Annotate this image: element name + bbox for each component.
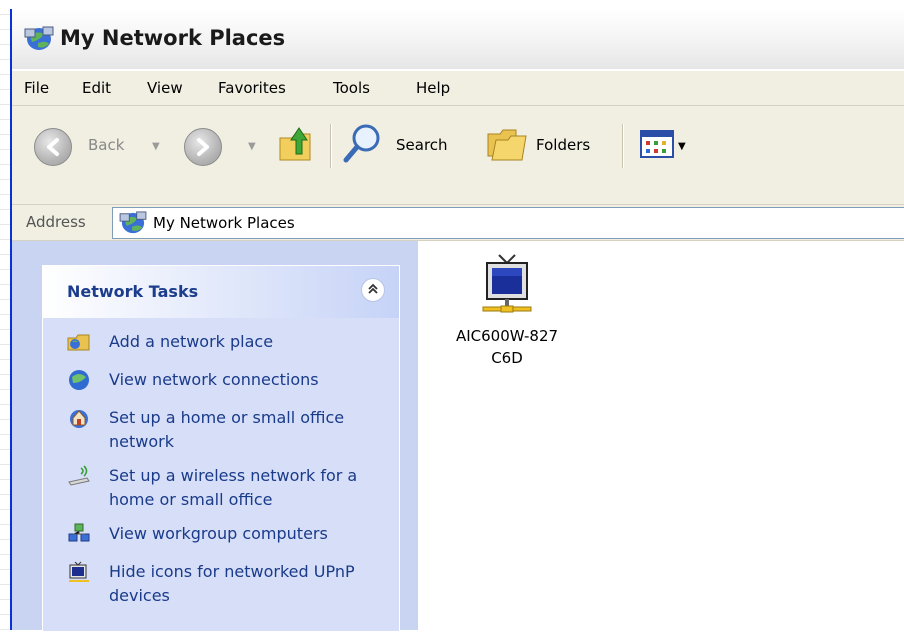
task-label[interactable]: Set up a wireless network for a home or … (109, 464, 399, 512)
screenshot-frame: My Network Places File Edit View Favorit… (0, 0, 904, 632)
task-label[interactable]: Set up a home or small office network (109, 406, 399, 454)
back-arrow-icon (47, 138, 59, 156)
forward-dropdown-icon[interactable]: ▼ (248, 141, 256, 152)
views-dropdown-icon[interactable]: ▼ (678, 141, 686, 152)
menu-view[interactable]: View (147, 79, 183, 97)
workgroup-icon (68, 523, 90, 542)
network-tasks-header[interactable]: Network Tasks (43, 266, 399, 318)
content-area: AIC600W-827 C6D (418, 241, 904, 630)
network-connections-icon (69, 370, 89, 390)
device-name-line1: AIC600W-827 (455, 327, 559, 345)
back-label[interactable]: Back (88, 136, 124, 154)
forward-arrow-icon (197, 138, 209, 156)
menu-file[interactable]: File (24, 79, 49, 97)
back-button[interactable] (34, 128, 72, 166)
toolbar-separator (622, 124, 624, 168)
network-places-icon (119, 211, 147, 234)
menu-tools[interactable]: Tools (333, 79, 370, 97)
background-grid (0, 0, 10, 630)
toolbar: Back ▼ ▼ Search Folders ▼ (12, 106, 904, 205)
title-bar[interactable]: My Network Places (12, 9, 904, 69)
task-label[interactable]: Add a network place (109, 330, 399, 354)
wireless-network-icon (68, 465, 90, 486)
views-icon[interactable] (640, 130, 674, 158)
back-dropdown-icon[interactable]: ▼ (152, 141, 160, 152)
task-pane: Network Tasks Add a network place View n… (12, 241, 418, 632)
upnp-device-item[interactable]: AIC600W-827 C6D (432, 251, 582, 369)
network-places-icon (24, 26, 54, 50)
menu-edit[interactable]: Edit (82, 79, 111, 97)
task-label[interactable]: View workgroup computers (109, 522, 399, 546)
forward-button[interactable] (184, 128, 222, 166)
upnp-device-icon (482, 254, 532, 313)
task-label[interactable]: View network connections (109, 368, 399, 392)
address-bar: Address My Network Places (12, 205, 904, 241)
up-folder-icon[interactable] (278, 124, 314, 164)
network-tasks-title: Network Tasks (67, 282, 199, 301)
add-network-place-icon (67, 334, 90, 351)
search-icon[interactable] (342, 122, 382, 164)
explorer-window: My Network Places File Edit View Favorit… (10, 9, 904, 632)
menu-bar: File Edit View Favorites Tools Help (12, 71, 904, 106)
device-name-line2: C6D (491, 349, 523, 367)
toolbar-separator (330, 124, 332, 168)
address-label: Address (26, 213, 86, 231)
address-value: My Network Places (153, 214, 295, 232)
menu-help[interactable]: Help (416, 79, 450, 97)
collapse-chevron-icon[interactable] (361, 278, 385, 302)
home-network-icon (70, 410, 88, 428)
network-tasks-panel: Network Tasks Add a network place View n… (42, 265, 400, 632)
window-title: My Network Places (60, 26, 286, 50)
task-label[interactable]: Hide icons for networked UPnP devices (109, 560, 399, 608)
upnp-device-icon (69, 561, 89, 582)
folders-button[interactable]: Folders (536, 136, 590, 154)
menu-favorites[interactable]: Favorites (218, 79, 286, 97)
search-button[interactable]: Search (396, 136, 448, 154)
address-field[interactable]: My Network Places (112, 207, 904, 239)
folders-icon[interactable] (486, 126, 528, 162)
